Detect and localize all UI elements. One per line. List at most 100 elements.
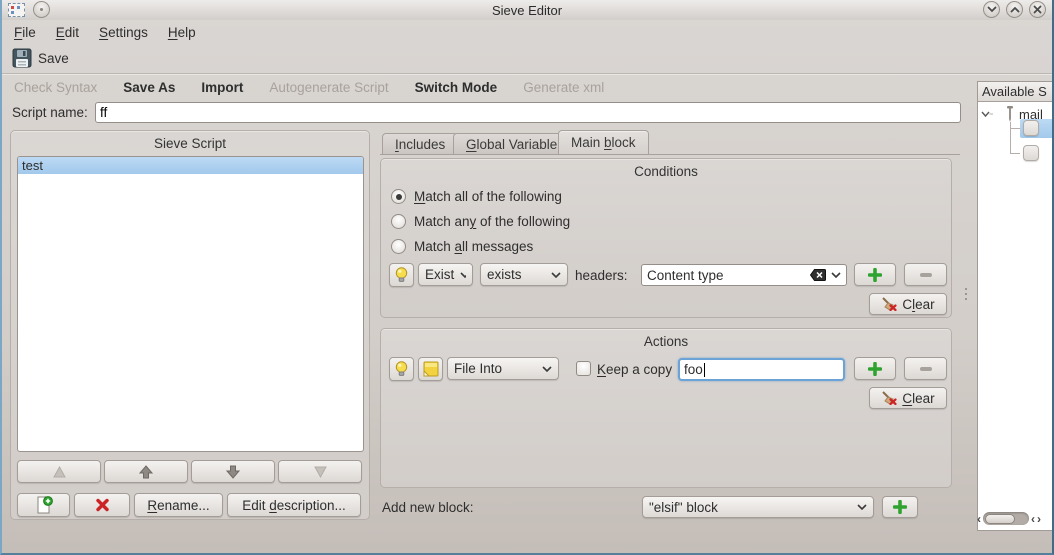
keep-a-copy-checkbox[interactable] bbox=[576, 361, 591, 376]
sieve-editor-window: Sieve Editor File Edit Settings Help bbox=[0, 0, 1054, 555]
add-condition-button[interactable] bbox=[854, 263, 896, 286]
tab-includes[interactable]: Includes bbox=[382, 133, 458, 154]
combobox-value: File Into bbox=[454, 361, 502, 376]
note-icon bbox=[423, 361, 439, 377]
chevron-down-icon bbox=[987, 6, 997, 13]
save-as-button[interactable]: Save As bbox=[123, 80, 175, 95]
save-button[interactable]: Save bbox=[10, 46, 75, 70]
add-block-combobox[interactable]: "elsif" block bbox=[642, 496, 874, 518]
remove-action-button[interactable] bbox=[904, 357, 947, 380]
main-toolbar: Save bbox=[2, 44, 1052, 72]
menu-edit[interactable]: Edit bbox=[56, 25, 79, 40]
autogenerate-script-button[interactable]: Autogenerate Script bbox=[269, 80, 388, 95]
radio-match-any-following[interactable]: Match any of the following bbox=[391, 214, 570, 229]
plus-icon bbox=[868, 362, 882, 376]
combobox-value: exists bbox=[487, 267, 522, 282]
tab-main-block[interactable]: Main block bbox=[558, 130, 649, 154]
match-type-combobox[interactable]: Exist bbox=[418, 263, 473, 286]
clear-actions-button[interactable]: Clear bbox=[869, 387, 947, 409]
tree-connector bbox=[1010, 122, 1011, 154]
chevron-up-icon bbox=[1010, 6, 1020, 13]
script-file-icon[interactable] bbox=[1023, 120, 1039, 136]
radio-match-all-messages[interactable]: Match all messages bbox=[391, 239, 533, 254]
radio-label: Match all messages bbox=[414, 239, 533, 254]
clear-text-icon[interactable] bbox=[810, 269, 826, 281]
move-top-button[interactable] bbox=[17, 460, 101, 483]
move-bottom-button[interactable] bbox=[278, 460, 362, 483]
script-name-input[interactable] bbox=[95, 102, 961, 123]
rename-button[interactable]: Rename... bbox=[134, 493, 223, 517]
chevron-down-icon bbox=[542, 366, 552, 372]
clear-conditions-button[interactable]: Clear bbox=[869, 293, 947, 315]
menu-file[interactable]: File bbox=[14, 25, 36, 40]
headers-label: headers: bbox=[575, 268, 628, 283]
clear-label: Clear bbox=[902, 391, 934, 406]
broom-clear-icon bbox=[881, 297, 897, 311]
radio-label: Match all of the following bbox=[414, 189, 562, 204]
combobox-value: Content type bbox=[647, 268, 724, 283]
chevron-down-icon bbox=[857, 504, 867, 510]
radio-icon bbox=[391, 214, 406, 229]
plus-icon bbox=[893, 500, 907, 514]
available-scripts-panel: Available S mail bbox=[977, 81, 1054, 531]
edit-description-button[interactable]: Edit description... bbox=[227, 493, 361, 517]
generate-xml-button[interactable]: Generate xml bbox=[523, 80, 604, 95]
help-bulb-button[interactable] bbox=[389, 263, 414, 287]
add-new-block-label: Add new block: bbox=[382, 500, 474, 515]
switch-mode-button[interactable]: Switch Mode bbox=[415, 80, 498, 95]
tab-global-variable[interactable]: Global Variable bbox=[453, 133, 570, 154]
minimize-button[interactable] bbox=[983, 1, 1000, 18]
script-file-icon[interactable] bbox=[1023, 145, 1039, 161]
save-label: Save bbox=[38, 51, 69, 66]
tree-connector bbox=[1010, 153, 1020, 154]
action-type-combobox[interactable]: File Into bbox=[447, 357, 559, 380]
header-value-combobox[interactable]: Content type bbox=[641, 264, 847, 286]
actions-title: Actions bbox=[381, 334, 951, 349]
close-button[interactable] bbox=[1029, 1, 1046, 18]
delete-script-button[interactable] bbox=[74, 493, 130, 517]
maximize-button[interactable] bbox=[1006, 1, 1023, 18]
sieve-script-list[interactable]: test bbox=[17, 156, 364, 452]
menubar: File Edit Settings Help bbox=[2, 20, 1052, 44]
combobox-value: "elsif" block bbox=[649, 500, 718, 515]
horizontal-scrollbar[interactable]: ‹ ‹ › bbox=[977, 510, 1054, 527]
edit-button-row: Rename... Edit description... bbox=[17, 493, 364, 517]
edit-description-label: Edit description... bbox=[242, 498, 346, 513]
radio-match-all-following[interactable]: Match all of the following bbox=[391, 189, 562, 204]
scrollbar-thumb[interactable] bbox=[985, 514, 1015, 524]
lightbulb-icon bbox=[395, 267, 408, 283]
available-scripts-header[interactable]: Available S bbox=[978, 82, 1053, 102]
add-block-button[interactable] bbox=[882, 496, 918, 518]
add-action-button[interactable] bbox=[854, 357, 896, 380]
scroll-right-icon[interactable]: › bbox=[1037, 513, 1041, 525]
import-button[interactable]: Import bbox=[201, 80, 243, 95]
new-document-icon bbox=[35, 496, 53, 514]
tabbar: Includes Global Variable Main block bbox=[380, 132, 960, 155]
new-script-button[interactable] bbox=[17, 493, 70, 517]
radio-icon bbox=[391, 189, 406, 204]
menu-help[interactable]: Help bbox=[168, 25, 196, 40]
splitter-handle[interactable] bbox=[965, 288, 967, 300]
lightbulb-icon bbox=[395, 361, 408, 377]
help-bulb-button[interactable] bbox=[389, 357, 414, 381]
arrow-up-icon bbox=[138, 465, 154, 479]
scroll-left-icon[interactable]: ‹ bbox=[977, 513, 981, 525]
comment-note-button[interactable] bbox=[418, 357, 443, 381]
move-down-button[interactable] bbox=[191, 460, 275, 483]
tree-expander-icon[interactable] bbox=[981, 110, 993, 118]
floppy-disk-icon bbox=[12, 48, 32, 68]
scroll-left-icon[interactable]: ‹ bbox=[1031, 513, 1035, 525]
tree-connector bbox=[1010, 128, 1020, 129]
titlebar[interactable]: Sieve Editor bbox=[2, 0, 1052, 20]
list-item[interactable]: test bbox=[18, 157, 363, 174]
menu-settings[interactable]: Settings bbox=[99, 25, 148, 40]
scrollbar-track[interactable] bbox=[983, 512, 1029, 525]
file-into-value-input[interactable]: foo bbox=[678, 358, 845, 381]
move-up-button[interactable] bbox=[104, 460, 188, 483]
comparator-combobox[interactable]: exists bbox=[480, 263, 568, 286]
remove-condition-button[interactable] bbox=[904, 263, 947, 286]
text-caret bbox=[704, 363, 705, 377]
check-syntax-button[interactable]: Check Syntax bbox=[14, 80, 97, 95]
toolbar-separator bbox=[2, 73, 1052, 75]
action-toolbar: Check Syntax Save As Import Autogenerate… bbox=[2, 76, 1052, 98]
